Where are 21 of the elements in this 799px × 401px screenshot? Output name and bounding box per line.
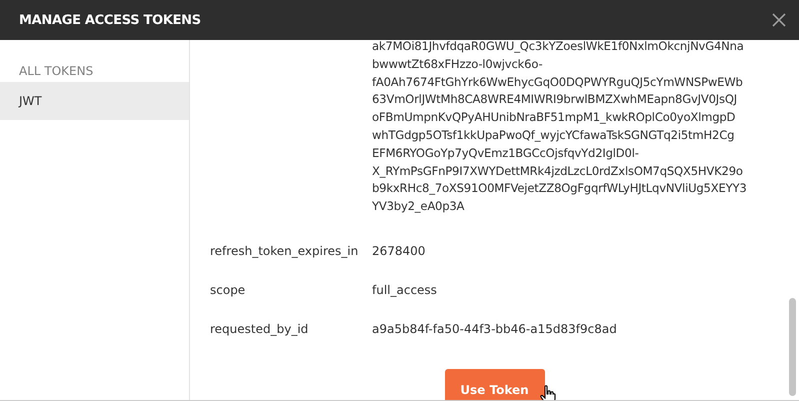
- token-value-line: bwwwtZt68xFHzzo-l0wjvck6o-: [372, 56, 544, 73]
- field-key: requested_by_id: [210, 322, 372, 336]
- sidebar-item[interactable]: JWT: [0, 82, 189, 120]
- sidebar-heading: ALL TOKENS: [18, 63, 94, 80]
- token-value-line: fA0Ah7674FtGhYrk6WwEhycGqO0DQPWYRguQJ5cYmWNSPwEWb: [372, 74, 744, 91]
- close-icon[interactable]: [772, 13, 786, 27]
- token-value-line: oFBmUmpnKvQPyAHUnibNraBF51mpM1_kwkROplCo0yoXlmgpD: [372, 109, 736, 126]
- token-value-line: b9kxRHc8_7oXS91O0MFVejetZZ8OgFgqrfWLyHJtLqvNVliUg5XEYY3: [372, 180, 748, 198]
- token-value-line: ak7MOi81JhvfdqaR0GWU_Qc3kYZoeslWkE1f0NxlmOkcnjNvG4Nna: [372, 38, 745, 55]
- field-value: 2678400: [372, 244, 426, 258]
- token-value-line: X_RYmPsGFnP9I7XWYDettMRk4jzdLzcL0rdZxlsOM7qSQX5HVK29o: [372, 162, 744, 180]
- field-key: refresh_token_expires_in: [210, 244, 372, 258]
- token-value-line: 63VmOrlJWtMh8CA8WRE4MIWRI9brwlBMZXwhMEapn8GvJV0JsQJ: [372, 91, 738, 108]
- token-value-line: YV3by2_eA0p3A: [372, 198, 466, 216]
- field-value: full_access: [372, 283, 437, 298]
- field-value: a9a5b84f-fa50-44f3-bb46-a15d83f9c8ad: [372, 322, 617, 336]
- hand-cursor-icon: [540, 384, 556, 400]
- token-value-line: whTGdgp5OTsf1kkUpaPwoQf_wyjcYCfawaTskSGNGTq2i5tmH2Cg: [372, 126, 736, 144]
- token-value-line: EFM6RYOGoYp7yQvEmz1BGCcOjsfqvYd2IglD0l-: [372, 144, 640, 162]
- window-title: MANAGE ACCESS TOKENS: [19, 12, 201, 28]
- field-key: scope: [210, 283, 372, 298]
